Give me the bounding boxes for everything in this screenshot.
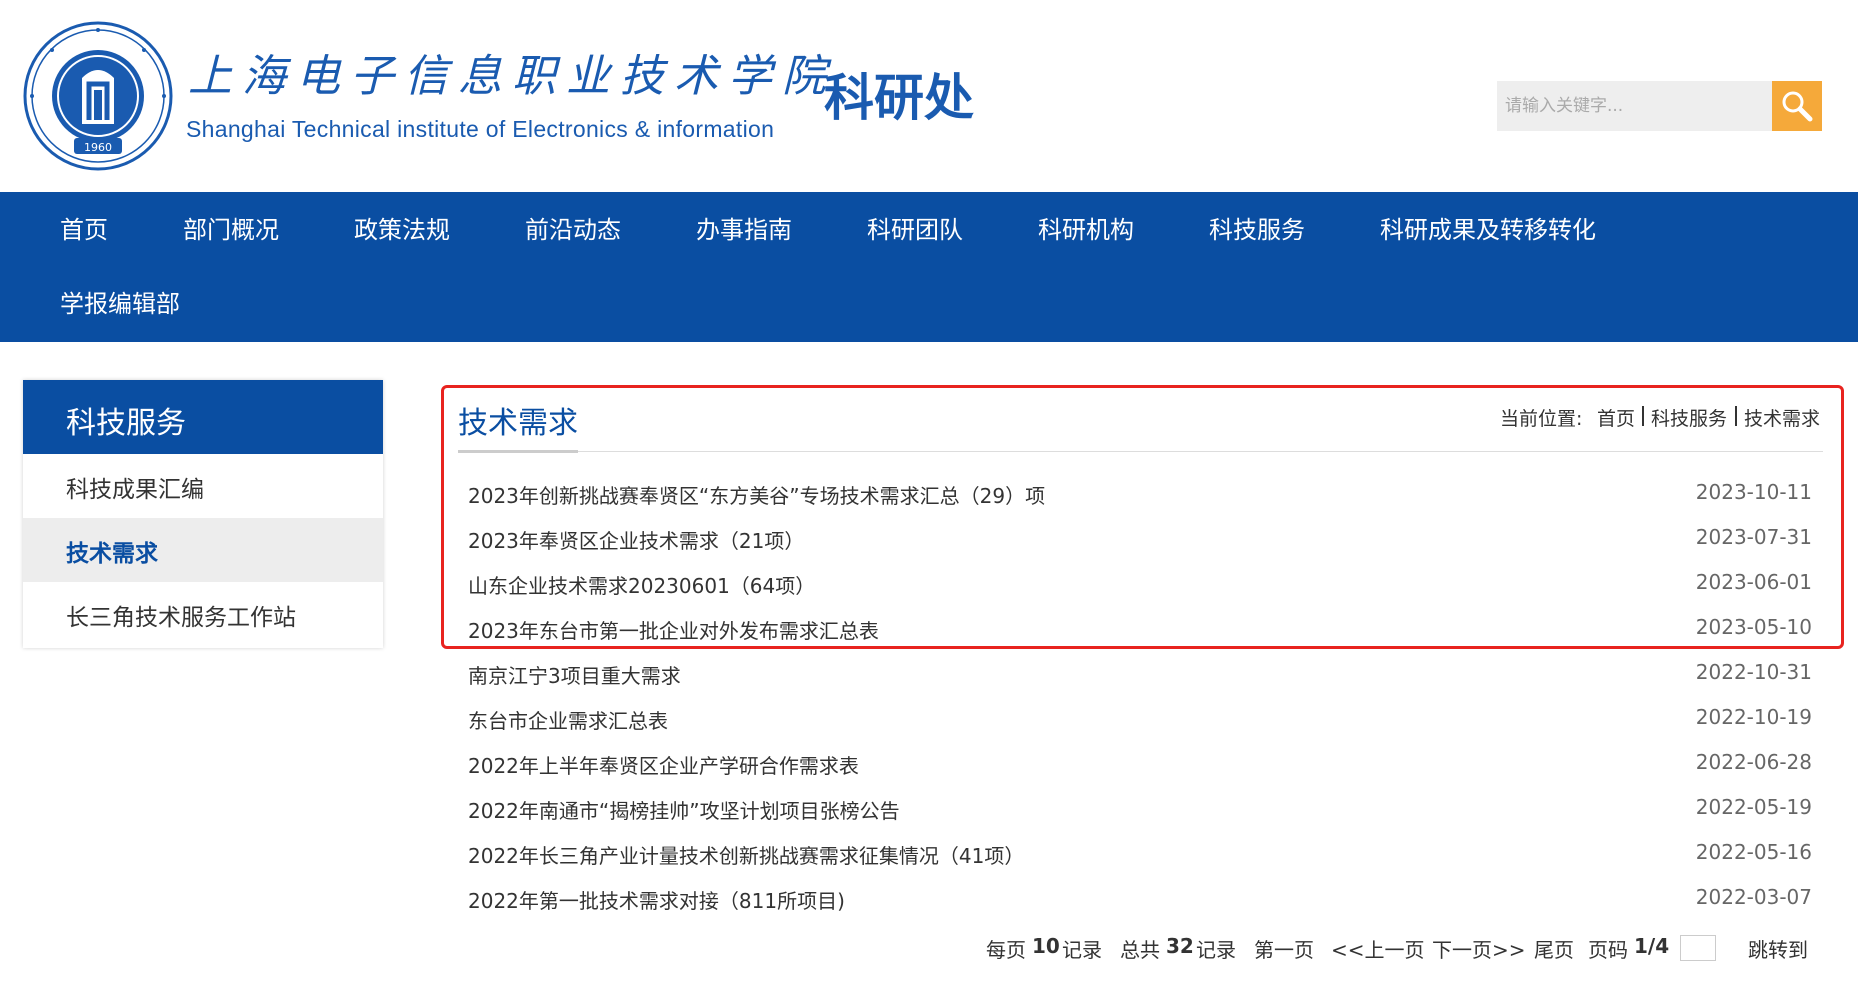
page-title: 技术需求 — [458, 406, 578, 441]
pager-per-page-prefix: 每页 — [986, 938, 1026, 962]
sidebar-title: 科技服务 — [66, 406, 186, 441]
article-date: 2022-03-07 — [1695, 885, 1812, 909]
pager-last-page[interactable]: 尾页 — [1534, 934, 1574, 963]
article-title[interactable]: 2023年东台市第一批企业对外发布需求汇总表 — [468, 615, 879, 644]
sidebar-item-yangtze-workstation[interactable]: 长三角技术服务工作站 — [23, 582, 383, 646]
nav-item-tech-services[interactable]: 科技服务 — [1209, 215, 1305, 245]
nav-item-frontier-news[interactable]: 前沿动态 — [525, 215, 621, 245]
breadcrumb-tech-services[interactable]: 科技服务 — [1651, 404, 1727, 431]
article-title[interactable]: 2022年第一批技术需求对接（811所项目) — [468, 885, 845, 914]
article-title[interactable]: 山东企业技术需求20230601（64项） — [468, 570, 815, 599]
nav-item-journal-editorial[interactable]: 学报编辑部 — [60, 289, 180, 319]
article-date: 2022-06-28 — [1695, 750, 1812, 774]
article-date: 2023-10-11 — [1695, 480, 1812, 504]
pager-goto-button[interactable]: 跳转到 — [1748, 934, 1808, 963]
article-date: 2022-10-19 — [1695, 705, 1812, 729]
search-input[interactable] — [1497, 81, 1767, 131]
article-title[interactable]: 2023年奉贤区企业技术需求（21项） — [468, 525, 804, 554]
title-divider — [458, 451, 1823, 452]
article-title[interactable]: 2023年创新挑战赛奉贤区“东方美谷”专场技术需求汇总（29）项 — [468, 480, 1045, 509]
search-box — [1497, 81, 1822, 131]
breadcrumb-prefix: 当前位置: — [1500, 408, 1583, 430]
pager-total-suffix: 记录 — [1196, 938, 1236, 962]
sidebar-item-achievements[interactable]: 科技成果汇编 — [23, 454, 383, 518]
pager-total: 32 — [1166, 934, 1194, 958]
school-seal-icon[interactable]: 1960 — [22, 20, 174, 172]
nav-item-research-achievements[interactable]: 科研成果及转移转化 — [1380, 215, 1596, 245]
article-date: 2022-05-16 — [1695, 840, 1812, 864]
pager-per-page: 10 — [1032, 934, 1060, 958]
article-title[interactable]: 2022年长三角产业计量技术创新挑战赛需求征集情况（41项） — [468, 840, 1024, 869]
magnifier-icon — [1782, 91, 1813, 122]
sidebar-item-tech-demand[interactable]: 技术需求 — [23, 518, 383, 582]
nav-item-research-institutes[interactable]: 科研机构 — [1038, 215, 1134, 245]
search-button[interactable] — [1772, 81, 1822, 131]
sidebar-item-label: 长三角技术服务工作站 — [66, 605, 296, 631]
nav-item-research-teams[interactable]: 科研团队 — [867, 215, 963, 245]
nav-item-department-overview[interactable]: 部门概况 — [183, 215, 279, 245]
article-date: 2022-05-19 — [1695, 795, 1812, 819]
school-name-cn[interactable]: 上海电子信息职业技术学院 — [188, 40, 836, 104]
pager-next-page[interactable]: 下一页>> — [1432, 934, 1526, 963]
school-name-en: Shanghai Technical institute of Electron… — [186, 116, 775, 142]
nav-item-home[interactable]: 首页 — [60, 215, 108, 245]
article-date: 2022-10-31 — [1695, 660, 1812, 684]
pager-prev-page[interactable]: <<上一页 — [1331, 934, 1425, 963]
article-title[interactable]: 2022年南通市“揭榜挂帅”攻坚计划项目张榜公告 — [468, 795, 900, 824]
sidebar-item-label: 科技成果汇编 — [66, 477, 204, 503]
sidebar-header: 科技服务 — [23, 380, 383, 454]
pager-total-prefix: 总共 — [1120, 938, 1160, 962]
article-title[interactable]: 东台市企业需求汇总表 — [468, 705, 668, 734]
article-date: 2023-06-01 — [1695, 570, 1812, 594]
breadcrumb-separator — [1735, 406, 1737, 426]
article-title[interactable]: 2022年上半年奉贤区企业产学研合作需求表 — [468, 750, 859, 779]
sidebar-item-label: 技术需求 — [66, 541, 158, 567]
pager-first-page[interactable]: 第一页 — [1254, 934, 1314, 963]
nav-item-guide[interactable]: 办事指南 — [696, 215, 792, 245]
department-title: 科研处 — [824, 69, 974, 127]
pager-page-prefix: 页码 — [1588, 938, 1628, 962]
pager-per-page-suffix: 记录 — [1062, 938, 1102, 962]
breadcrumb-home[interactable]: 首页 — [1597, 404, 1635, 431]
article-date: 2023-05-10 — [1695, 615, 1812, 639]
nav-item-policies[interactable]: 政策法规 — [354, 215, 450, 245]
article-title[interactable]: 南京江宁3项目重大需求 — [468, 660, 681, 689]
breadcrumb-current: 技术需求 — [1744, 408, 1821, 430]
pager-goto-input[interactable] — [1680, 935, 1716, 961]
site-header: 1960 上海电子信息职业技术学院 Shanghai Technical ins… — [0, 0, 1858, 192]
title-accent-bar — [458, 450, 578, 453]
sidebar: 科技服务 科技成果汇编 技术需求 长三角技术服务工作站 — [23, 380, 383, 648]
pager-page-number: 1/4 — [1634, 934, 1670, 958]
main-nav: 首页 部门概况 政策法规 前沿动态 办事指南 科研团队 科研机构 科技服务 科研… — [0, 192, 1858, 342]
article-date: 2023-07-31 — [1695, 525, 1812, 549]
seal-year: 1960 — [84, 141, 112, 154]
breadcrumb-separator — [1642, 406, 1644, 426]
